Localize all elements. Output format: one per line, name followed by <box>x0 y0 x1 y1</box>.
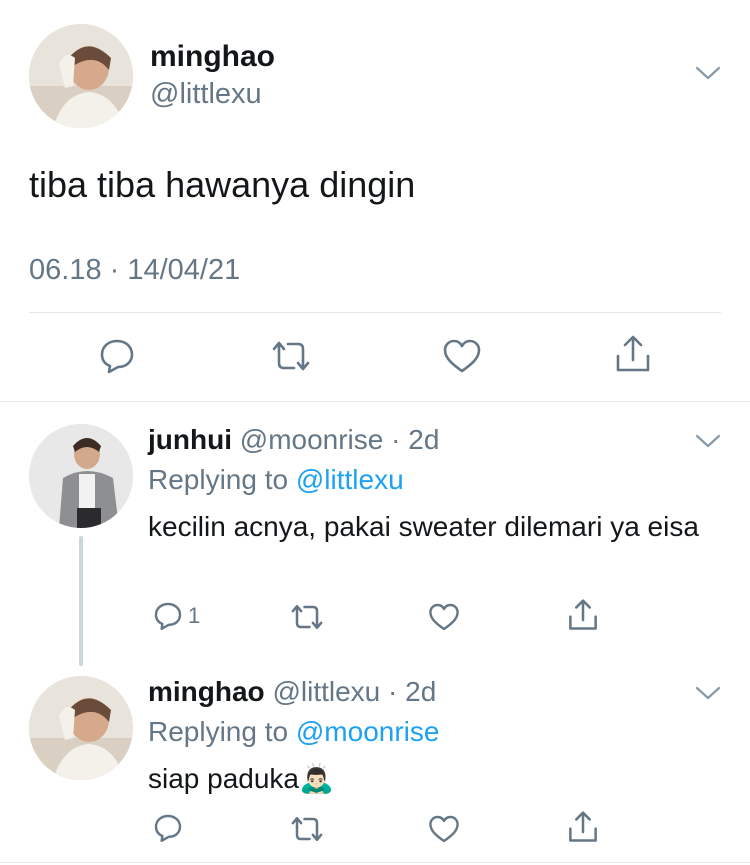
reply-text: kecilin acnya, pakai sweater dilemari ya… <box>148 511 699 542</box>
display-name[interactable]: minghao <box>148 676 265 707</box>
share-icon <box>616 335 650 372</box>
thread-connector <box>79 536 83 666</box>
share-button[interactable] <box>567 598 599 632</box>
chevron-down-icon[interactable] <box>694 684 722 702</box>
chevron-down-icon[interactable] <box>694 64 722 82</box>
tweet-text: tiba tiba hawanya dingin <box>29 164 416 205</box>
retweet-icon <box>291 816 323 842</box>
reply-header: minghao @littlexu · 2d <box>148 676 436 708</box>
divider <box>0 401 750 402</box>
divider <box>29 312 721 313</box>
display-name[interactable]: minghao <box>150 40 275 74</box>
tweet-thread: minghao @littlexu tiba tiba hawanya ding… <box>0 0 750 865</box>
replying-to: Replying to @moonrise <box>148 716 439 748</box>
like-button[interactable] <box>428 814 460 844</box>
share-button[interactable] <box>567 810 599 844</box>
mention-link[interactable]: @moonrise <box>296 716 440 747</box>
reply-button[interactable]: 1 <box>152 600 200 632</box>
like-icon <box>443 339 481 373</box>
avatar[interactable] <box>29 676 133 780</box>
retweet-icon <box>272 341 310 371</box>
reply-icon <box>154 814 182 842</box>
reply-header: junhui @moonrise · 2d <box>148 424 439 456</box>
retweet-button[interactable] <box>270 338 312 374</box>
reply-button[interactable] <box>152 812 184 844</box>
avatar[interactable] <box>29 24 133 128</box>
reply-icon <box>100 339 134 374</box>
retweet-icon <box>291 604 323 630</box>
username[interactable]: @littlexu <box>150 78 262 111</box>
like-button[interactable] <box>428 602 460 632</box>
like-icon <box>429 603 459 631</box>
share-button[interactable] <box>614 334 652 374</box>
retweet-button[interactable] <box>289 602 325 632</box>
replying-label: Replying to <box>148 464 289 495</box>
reply-icon <box>154 602 182 630</box>
like-icon <box>429 815 459 843</box>
tweet-timestamp[interactable]: 06.18 · 14/04/21 <box>29 254 240 287</box>
reply-text: siap paduka🙇🏻‍♂️ <box>148 763 334 794</box>
share-icon <box>569 811 597 842</box>
replying-label: Replying to <box>148 716 289 747</box>
share-icon <box>569 599 597 630</box>
chevron-down-icon[interactable] <box>694 432 722 450</box>
like-button[interactable] <box>442 338 482 374</box>
reply-count: 1 <box>188 603 201 628</box>
reply-button[interactable] <box>97 336 137 376</box>
relative-time: · 2d <box>388 676 437 707</box>
retweet-button[interactable] <box>289 814 325 844</box>
avatar[interactable] <box>29 424 133 528</box>
mention-link[interactable]: @littlexu <box>296 464 404 495</box>
relative-time: · 2d <box>391 424 440 455</box>
divider <box>0 862 750 863</box>
username[interactable]: @moonrise <box>240 424 384 455</box>
replying-to: Replying to @littlexu <box>148 464 404 496</box>
display-name[interactable]: junhui <box>148 424 232 455</box>
username[interactable]: @littlexu <box>272 676 380 707</box>
